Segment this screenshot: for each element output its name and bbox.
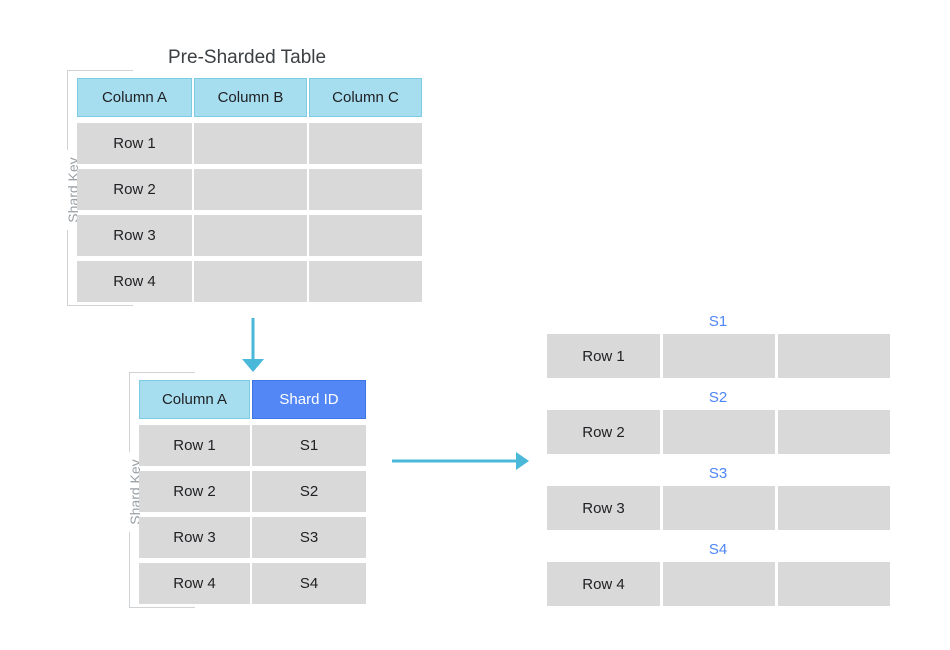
- mapping-row-4-shard-id: S4: [252, 563, 366, 604]
- shard-s4-cell-3: [778, 562, 890, 606]
- source-header-column-b: Column B: [194, 78, 307, 117]
- mapping-row-3-shard-id: S3: [252, 517, 366, 558]
- mapping-row-1-col-a: Row 1: [139, 425, 250, 466]
- shard-s2-cell-2: [663, 410, 775, 454]
- mapping-row-2-shard-id: S2: [252, 471, 366, 512]
- mapping-row-3-col-a: Row 3: [139, 517, 250, 558]
- source-row-2-col-b: [194, 169, 307, 210]
- shard-s4-cell-1: Row 4: [547, 562, 660, 606]
- source-row-2-col-a: Row 2: [77, 169, 192, 210]
- mapping-row-4-col-a: Row 4: [139, 563, 250, 604]
- source-row-1-col-a: Row 1: [77, 123, 192, 164]
- mapping-row-1-shard-id: S1: [252, 425, 366, 466]
- mapping-row-2-col-a: Row 2: [139, 471, 250, 512]
- shard-label-s2: S2: [708, 389, 728, 406]
- source-header-column-c: Column C: [309, 78, 422, 117]
- sharding-diagram: Pre-Sharded Table Shard Key Column A Col…: [0, 0, 950, 650]
- shard-label-s4: S4: [708, 541, 728, 558]
- source-row-4-col-a: Row 4: [77, 261, 192, 302]
- shard-s1-cell-2: [663, 334, 775, 378]
- source-row-3-col-a: Row 3: [77, 215, 192, 256]
- source-header-column-a: Column A: [77, 78, 192, 117]
- shard-s3-cell-2: [663, 486, 775, 530]
- shard-s2-cell-1: Row 2: [547, 410, 660, 454]
- source-row-4-col-b: [194, 261, 307, 302]
- shard-s3-cell-1: Row 3: [547, 486, 660, 530]
- mapping-header-shard-id: Shard ID: [252, 380, 366, 419]
- page-title: Pre-Sharded Table: [168, 47, 327, 68]
- distribute-right-arrow: [392, 452, 529, 470]
- shard-s3-cell-3: [778, 486, 890, 530]
- shard-s1-cell-3: [778, 334, 890, 378]
- shard-s4-cell-2: [663, 562, 775, 606]
- source-row-4-col-c: [309, 261, 422, 302]
- shard-label-s1: S1: [708, 313, 728, 330]
- source-row-3-col-b: [194, 215, 307, 256]
- mapping-header-column-a: Column A: [139, 380, 250, 419]
- shard-label-s3: S3: [708, 465, 728, 482]
- transform-down-arrow: [242, 318, 264, 372]
- source-row-1-col-b: [194, 123, 307, 164]
- shard-s2-cell-3: [778, 410, 890, 454]
- source-row-2-col-c: [309, 169, 422, 210]
- source-row-1-col-c: [309, 123, 422, 164]
- shard-s1-cell-1: Row 1: [547, 334, 660, 378]
- source-row-3-col-c: [309, 215, 422, 256]
